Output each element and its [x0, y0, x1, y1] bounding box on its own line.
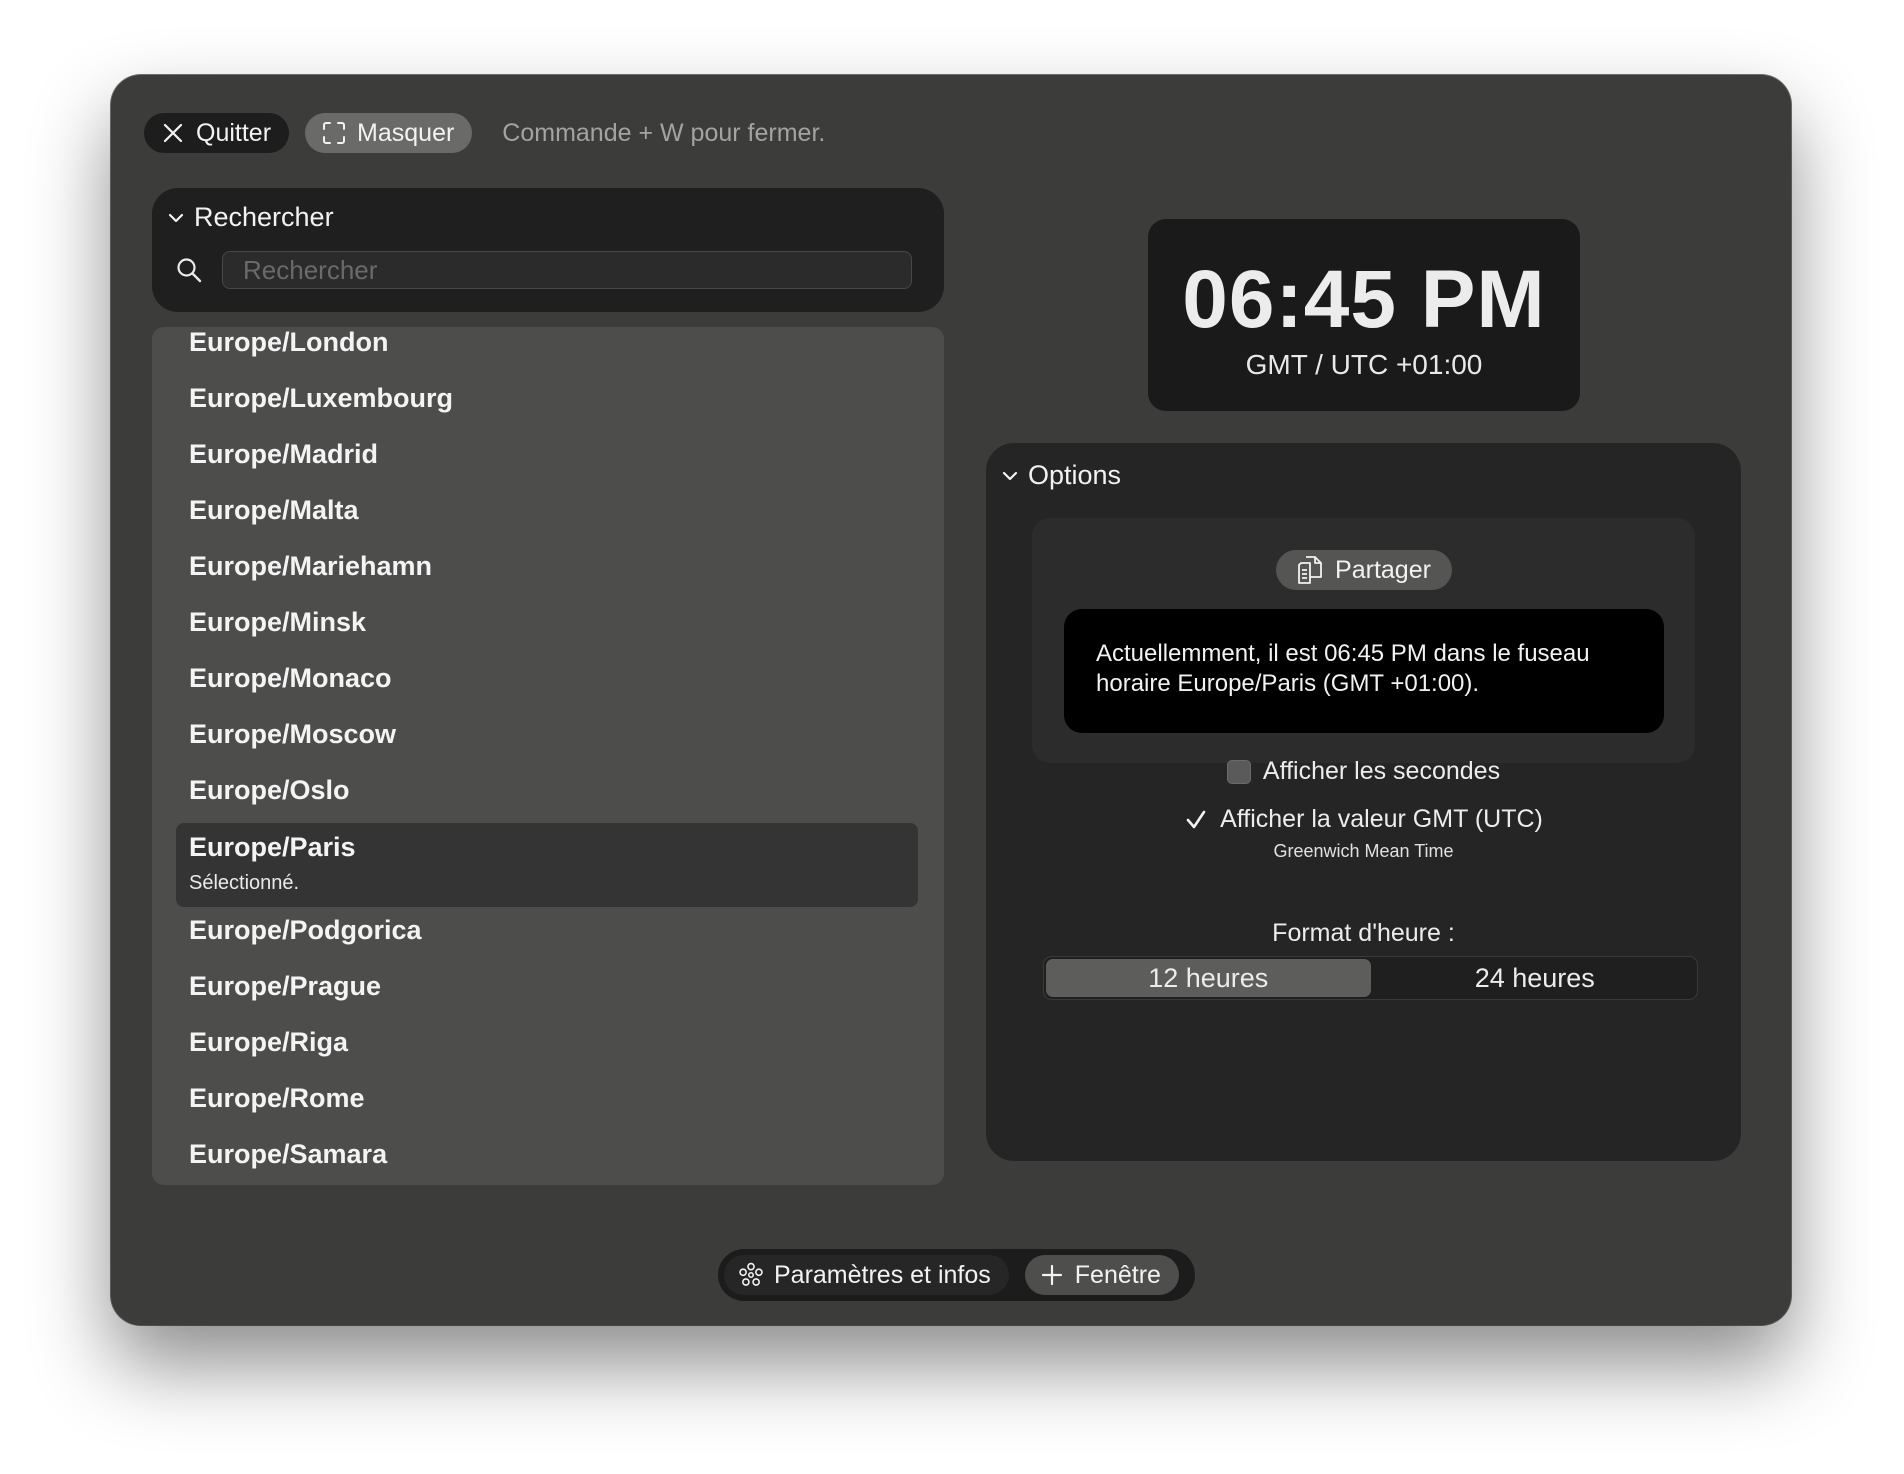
search-icon — [176, 257, 202, 283]
search-disclosure[interactable]: Rechercher — [168, 202, 334, 233]
search-section: Rechercher — [152, 188, 944, 312]
bottom-toolbar: Paramètres et infos Fenêtre — [718, 1249, 1195, 1301]
clock-display: 06:45 PM GMT / UTC +01:00 — [1148, 219, 1580, 411]
copy-documents-icon — [1297, 556, 1323, 584]
search-input[interactable] — [222, 251, 912, 289]
gmt-caption: Greenwich Mean Time — [1273, 841, 1454, 861]
list-item[interactable]: Europe/Malta — [176, 493, 918, 527]
search-row — [176, 250, 922, 290]
time-format-label: Format d'heure : — [1272, 919, 1455, 947]
list-item[interactable]: Europe/Riga — [176, 1025, 918, 1059]
format-24h-option[interactable]: 24 heures — [1373, 957, 1698, 999]
show-seconds-checkbox[interactable] — [1226, 759, 1251, 784]
selected-timezone-name: Europe/Paris — [189, 832, 356, 862]
time-format-segmented-control[interactable]: 12 heures 24 heures — [1043, 956, 1698, 1000]
share-button[interactable]: Partager — [1276, 550, 1452, 590]
show-seconds-row[interactable]: Afficher les secondes — [986, 757, 1741, 786]
show-gmt-checkbox[interactable] — [1184, 808, 1208, 832]
options-section: Options Partager Actuellemment, il est 0… — [986, 443, 1741, 1161]
new-window-label: Fenêtre — [1074, 1260, 1161, 1289]
close-icon — [160, 120, 186, 146]
list-item[interactable]: Europe/Moscow — [176, 717, 918, 751]
app-window: Quitter Masquer Commande + W pour fermer… — [111, 75, 1791, 1325]
share-text: Actuellemment, il est 06:45 PM dans le f… — [1064, 609, 1664, 733]
top-toolbar: Quitter Masquer Commande + W pour fermer… — [144, 113, 825, 153]
quit-button[interactable]: Quitter — [144, 113, 290, 153]
options-disclosure[interactable]: Options — [1002, 460, 1121, 491]
show-gmt-row[interactable]: Afficher la valeur GMT (UTC) — [986, 805, 1741, 834]
settings-info-label: Paramètres et infos — [774, 1260, 991, 1289]
expand-corners-icon — [321, 120, 347, 146]
settings-info-button[interactable]: Paramètres et infos — [724, 1255, 1009, 1295]
list-item[interactable]: Europe/Mariehamn — [176, 549, 918, 583]
search-section-title: Rechercher — [194, 202, 334, 232]
show-gmt-label: Afficher la valeur GMT (UTC) — [1220, 805, 1543, 833]
checkmark-icon — [1186, 810, 1206, 828]
format-12h-option[interactable]: 12 heures — [1046, 959, 1371, 997]
show-seconds-label: Afficher les secondes — [1262, 757, 1501, 785]
chevron-down-icon — [1002, 463, 1018, 489]
clock-offset: GMT / UTC +01:00 — [1245, 349, 1483, 380]
list-item[interactable]: Europe/Prague — [176, 969, 918, 1003]
list-item[interactable]: Europe/Samara — [176, 1137, 918, 1171]
plus-icon — [1039, 1262, 1065, 1288]
list-item-selected[interactable]: Europe/Paris Sélectionné. — [176, 823, 918, 907]
new-window-button[interactable]: Fenêtre — [1024, 1255, 1179, 1295]
list-item[interactable]: Europe/Monaco — [176, 661, 918, 695]
chevron-down-icon — [168, 205, 184, 231]
list-item[interactable]: Europe/Oslo — [176, 773, 918, 807]
list-item[interactable]: Europe/Madrid — [176, 437, 918, 471]
close-hint: Commande + W pour fermer. — [502, 118, 826, 147]
flower-settings-icon — [738, 1262, 764, 1288]
timezone-list[interactable]: Europe/London Europe/Luxembourg Europe/M… — [152, 327, 944, 1185]
clock-time: 06:45 PM — [1182, 254, 1546, 345]
selected-status: Sélectionné. — [189, 872, 300, 894]
options-section-title: Options — [1028, 460, 1122, 490]
list-item[interactable]: Europe/Podgorica — [176, 913, 918, 947]
quit-label: Quitter — [196, 118, 272, 147]
list-item[interactable]: Europe/Rome — [176, 1081, 918, 1115]
share-card: Partager Actuellemment, il est 06:45 PM … — [1032, 518, 1695, 763]
share-label: Partager — [1335, 555, 1431, 584]
list-item[interactable]: Europe/Minsk — [176, 605, 918, 639]
list-item[interactable]: Europe/London — [176, 327, 918, 359]
list-item[interactable]: Europe/Luxembourg — [176, 381, 918, 415]
hide-button[interactable]: Masquer — [305, 113, 473, 153]
hide-label: Masquer — [357, 118, 455, 147]
